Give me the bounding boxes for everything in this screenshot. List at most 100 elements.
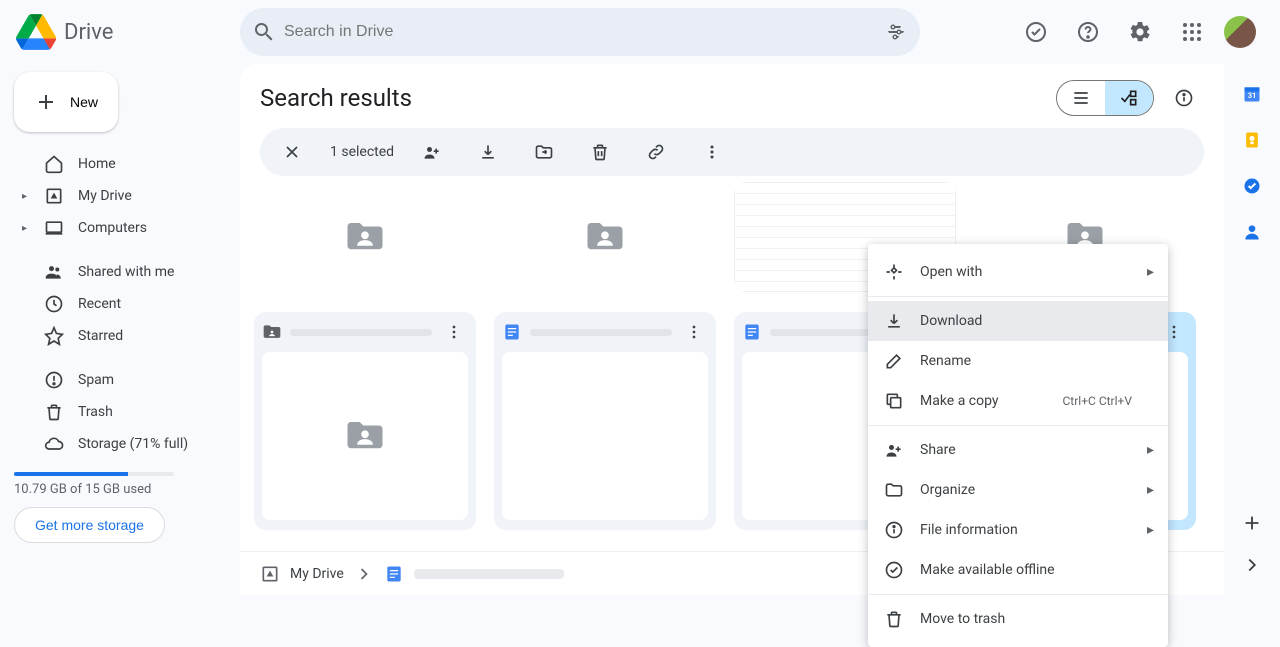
ctx-share[interactable]: Share▸ xyxy=(868,430,1168,470)
hide-side-panel-button[interactable] xyxy=(1240,553,1264,577)
share-button[interactable] xyxy=(414,134,450,170)
tasks-app-icon[interactable] xyxy=(1240,174,1264,198)
submenu-arrow-icon: ▸ xyxy=(1147,442,1154,458)
app-title: Drive xyxy=(64,20,113,45)
search-bar[interactable] xyxy=(240,8,920,56)
sidebar-item-recent[interactable]: Recent xyxy=(14,288,224,320)
submenu-arrow-icon: ▸ xyxy=(1147,522,1154,538)
plus-icon xyxy=(34,90,58,114)
move-button[interactable] xyxy=(526,134,562,170)
shared-folder-icon xyxy=(339,216,391,258)
new-button-label: New xyxy=(70,94,98,110)
chevron-right-icon xyxy=(354,564,374,584)
file-card[interactable] xyxy=(494,312,716,530)
file-card[interactable] xyxy=(494,182,716,292)
keep-app-icon[interactable] xyxy=(1240,128,1264,152)
ctx-download[interactable]: Download xyxy=(868,301,1168,341)
sidebar-item-storage[interactable]: Storage (71% full) xyxy=(14,428,224,460)
details-pane-icon[interactable] xyxy=(1164,78,1204,118)
ctx-make-copy[interactable]: Make a copyCtrl+C Ctrl+V xyxy=(868,381,1168,421)
ctx-organize[interactable]: Organize▸ xyxy=(868,470,1168,510)
spam-icon xyxy=(44,370,64,390)
ready-offline-icon[interactable] xyxy=(1016,12,1056,52)
card-menu-button[interactable] xyxy=(440,318,468,346)
computers-icon xyxy=(44,218,64,238)
docs-icon xyxy=(742,322,762,342)
ctx-open-with[interactable]: Open with▸ xyxy=(868,252,1168,292)
sidebar-item-home[interactable]: Home xyxy=(14,148,224,180)
trash-icon xyxy=(884,609,904,629)
sidebar-item-trash[interactable]: Trash xyxy=(14,396,224,428)
storage-bar xyxy=(14,472,174,476)
page-title: Search results xyxy=(260,84,412,112)
list-view-button[interactable] xyxy=(1057,81,1105,115)
ctx-trash[interactable]: Move to trash xyxy=(868,599,1168,639)
download-button[interactable] xyxy=(470,134,506,170)
selection-toolbar: 1 selected xyxy=(260,128,1204,176)
my-drive-icon xyxy=(44,186,64,206)
my-drive-icon xyxy=(260,564,280,584)
recent-icon xyxy=(44,294,64,314)
home-icon xyxy=(44,154,64,174)
file-title-placeholder xyxy=(290,329,432,336)
sidebar-item-starred[interactable]: Starred xyxy=(14,320,224,352)
offline-icon xyxy=(884,560,904,580)
submenu-arrow-icon: ▸ xyxy=(1147,482,1154,498)
context-menu: Open with▸ Download Rename Make a copyCt… xyxy=(868,244,1168,647)
trash-icon xyxy=(44,402,64,422)
submenu-arrow-icon: ▸ xyxy=(1147,264,1154,280)
apps-icon[interactable] xyxy=(1172,12,1212,52)
logo-area[interactable]: Drive xyxy=(16,12,240,52)
file-title-placeholder xyxy=(530,329,672,336)
more-actions-button[interactable] xyxy=(694,134,730,170)
share-icon xyxy=(884,440,904,460)
path-root[interactable]: My Drive xyxy=(290,566,344,582)
selection-count: 1 selected xyxy=(330,144,394,160)
ctx-offline[interactable]: Make available offline xyxy=(868,550,1168,590)
shared-folder-icon xyxy=(579,216,631,258)
contacts-app-icon[interactable] xyxy=(1240,220,1264,244)
search-options-icon[interactable] xyxy=(884,20,908,44)
sidebar-item-my-drive[interactable]: ▸My Drive xyxy=(14,180,224,212)
ctx-rename[interactable]: Rename xyxy=(868,341,1168,381)
layout-switch xyxy=(1056,80,1154,116)
docs-icon xyxy=(384,564,404,584)
app-header: Drive xyxy=(0,0,1280,64)
svg-text:31: 31 xyxy=(1248,91,1257,100)
get-addons-button[interactable] xyxy=(1240,511,1264,535)
path-file-placeholder[interactable] xyxy=(414,569,564,579)
storage-used-text: 10.79 GB of 15 GB used xyxy=(14,482,224,497)
shared-folder-small-icon xyxy=(262,322,282,342)
sidebar-item-spam[interactable]: Spam xyxy=(14,364,224,396)
header-actions xyxy=(1016,12,1264,52)
support-icon[interactable] xyxy=(1068,12,1108,52)
file-card[interactable] xyxy=(254,182,476,292)
settings-icon[interactable] xyxy=(1120,12,1160,52)
rename-icon xyxy=(884,351,904,371)
organize-icon xyxy=(884,480,904,500)
sidebar: New Home ▸My Drive ▸Computers Shared wit… xyxy=(0,64,240,543)
shared-icon xyxy=(44,262,64,282)
clear-selection-button[interactable] xyxy=(274,134,310,170)
open-with-icon xyxy=(884,262,904,282)
get-more-storage-button[interactable]: Get more storage xyxy=(14,507,165,543)
search-icon xyxy=(252,20,276,44)
sidebar-item-computers[interactable]: ▸Computers xyxy=(14,212,224,244)
side-panel: 31 xyxy=(1224,64,1280,595)
info-icon xyxy=(884,520,904,540)
copy-link-button[interactable] xyxy=(638,134,674,170)
account-avatar[interactable] xyxy=(1224,16,1256,48)
grid-view-button[interactable] xyxy=(1105,81,1153,115)
copy-icon xyxy=(884,391,904,411)
sidebar-item-shared[interactable]: Shared with me xyxy=(14,256,224,288)
new-button[interactable]: New xyxy=(14,72,118,132)
docs-icon xyxy=(502,322,522,342)
file-card[interactable] xyxy=(254,312,476,530)
delete-button[interactable] xyxy=(582,134,618,170)
search-input[interactable] xyxy=(276,23,884,41)
calendar-app-icon[interactable]: 31 xyxy=(1240,82,1264,106)
shared-folder-icon xyxy=(339,415,391,457)
ctx-make-copy-shortcut: Ctrl+C Ctrl+V xyxy=(1063,394,1133,408)
card-menu-button[interactable] xyxy=(680,318,708,346)
ctx-file-info[interactable]: File information▸ xyxy=(868,510,1168,550)
